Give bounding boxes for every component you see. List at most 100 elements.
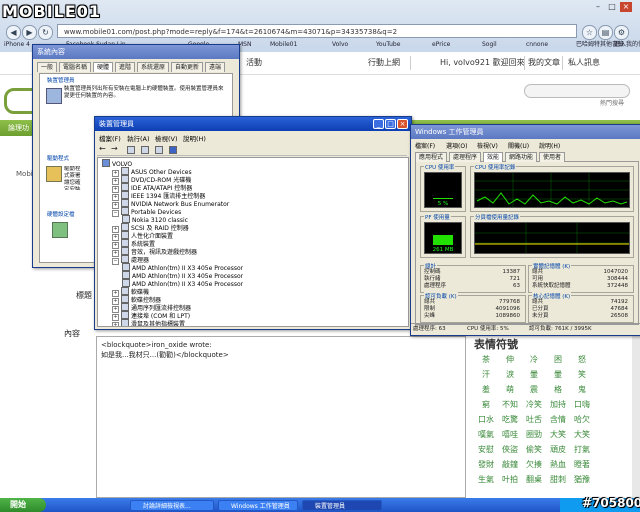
emotion-word[interactable]: 翻桌 <box>522 474 546 485</box>
devmgr-menu-item[interactable]: 檔案(F) <box>99 133 121 143</box>
back-button[interactable]: ◀ <box>6 25 21 40</box>
sysprops-tab[interactable]: 進階 <box>115 62 136 72</box>
bookmark-item[interactable]: Sogil <box>482 40 497 50</box>
emotion-word[interactable]: 冷笑 <box>522 399 546 410</box>
devmgr-close-button[interactable]: × <box>397 119 408 129</box>
taskbar-item-device-manager[interactable]: 裝置管理員 <box>302 500 382 511</box>
emotion-word[interactable]: 偷笑 <box>522 444 546 455</box>
emotion-word[interactable]: 加持 <box>546 399 570 410</box>
sysprops-tab[interactable]: 系統還原 <box>137 62 170 72</box>
bookmark-item[interactable]: cnnone <box>526 40 548 50</box>
emotion-word[interactable]: 含情 <box>546 414 570 425</box>
taskmgr-menu-item[interactable]: 選項(O) <box>446 141 467 150</box>
emotion-word[interactable]: 不知 <box>498 399 522 410</box>
emotion-word[interactable]: 圈勁 <box>522 429 546 440</box>
site-search-input[interactable] <box>524 84 630 98</box>
help-icon[interactable] <box>155 146 163 154</box>
bookmark-item[interactable]: 巴哈姆特 <box>576 40 600 50</box>
topnav-mobile[interactable]: 行動上網 <box>368 54 400 72</box>
emotion-word[interactable]: 口水 <box>474 414 498 425</box>
emotion-word[interactable]: 頑皮 <box>546 444 570 455</box>
expand-icon[interactable]: − <box>112 258 119 265</box>
topnav-my-posts[interactable]: 我的文章 <box>528 54 560 72</box>
bookmark-item[interactable]: 其他書籤 <box>600 40 624 50</box>
reply-textarea[interactable]: <blockquote>iron_oxide wrote: 如是我...我材只.… <box>96 336 466 498</box>
emotion-word[interactable]: 鬼 <box>570 384 594 395</box>
start-button[interactable]: 開始 <box>0 498 46 512</box>
emotion-word[interactable]: 萌 <box>498 384 522 395</box>
back-arrow-icon[interactable]: ← <box>99 144 106 153</box>
emotion-word[interactable]: 怒 <box>570 354 594 365</box>
emotion-word[interactable]: 猶豫 <box>570 474 594 485</box>
emotion-word[interactable]: 吃驚 <box>498 414 522 425</box>
taskbar-item-task-manager[interactable]: Windows 工作管理員 <box>218 500 298 511</box>
wrench-icon[interactable]: ⚙ <box>614 25 629 40</box>
print-icon[interactable] <box>141 146 149 154</box>
page-menu-icon[interactable]: ▤ <box>598 25 613 40</box>
taskmgr-tab[interactable]: 處理程序 <box>449 152 482 162</box>
emotion-word[interactable]: 吐舌 <box>522 414 546 425</box>
devmgr-menu-item[interactable]: 說明(H) <box>183 133 206 143</box>
navbar-item[interactable]: 論理功 <box>8 120 29 136</box>
emotion-word[interactable]: 生氣 <box>474 474 498 485</box>
taskmgr-tab[interactable]: 效能 <box>483 152 504 162</box>
devmgr-menu-item[interactable]: 執行(A) <box>127 133 150 143</box>
taskmgr-menu-item[interactable]: 檢視(V) <box>477 141 498 150</box>
bookmark-item[interactable]: ePrice <box>432 40 450 50</box>
bookmark-item[interactable]: MSN <box>238 40 251 50</box>
topnav-messages[interactable]: 私人訊息 <box>568 54 600 72</box>
emotion-word[interactable]: 茶 <box>474 354 498 365</box>
emotion-word[interactable]: 困 <box>546 354 570 365</box>
reload-button[interactable]: ↻ <box>38 25 53 40</box>
maximize-icon[interactable]: □ <box>606 2 618 12</box>
emotion-word[interactable]: 甜刺 <box>546 474 570 485</box>
sysprops-titlebar[interactable]: 系統內容 <box>33 45 239 59</box>
emotion-word[interactable]: 發財 <box>474 459 498 470</box>
emotion-word[interactable]: 安慰 <box>474 444 498 455</box>
emotion-word[interactable]: 淚 <box>498 369 522 380</box>
sysprops-tab[interactable]: 硬體 <box>93 62 114 72</box>
taskmgr-tab[interactable]: 使用者 <box>539 152 566 162</box>
sysprops-tab[interactable]: 遠端 <box>205 62 226 72</box>
taskmgr-menu-item[interactable]: 關機(U) <box>508 141 529 150</box>
close-icon[interactable]: × <box>620 2 632 12</box>
emotion-word[interactable]: 格 <box>546 384 570 395</box>
expand-icon[interactable]: + <box>112 322 119 326</box>
bookmark-item[interactable]: Mobile01 <box>270 40 297 50</box>
emotion-word[interactable]: 大笑 <box>546 429 570 440</box>
taskmgr-tab[interactable]: 應用程式 <box>415 152 448 162</box>
minimize-icon[interactable]: – <box>592 2 604 12</box>
search-hint[interactable]: 熱門搜尋 <box>600 98 624 107</box>
taskmgr-titlebar[interactable]: Windows 工作管理員 <box>411 125 640 139</box>
emotion-word[interactable]: 叶拍 <box>498 474 522 485</box>
bookmark-item[interactable]: YouTube <box>376 40 400 50</box>
taskmgr-menu-item[interactable]: 檔案(F) <box>415 141 435 150</box>
emotion-word[interactable]: 俠盜 <box>498 444 522 455</box>
topnav-welcome[interactable]: Hi, volvo921 歡迎回來 <box>440 54 525 72</box>
emotion-word[interactable]: 冷 <box>522 354 546 365</box>
emotion-word[interactable]: 窮 <box>474 399 498 410</box>
sysprops-tab[interactable]: 電腦名稱 <box>59 62 92 72</box>
emotion-word[interactable]: 汗 <box>474 369 498 380</box>
emotion-word[interactable]: 伸 <box>498 354 522 365</box>
taskmgr-menu-item[interactable]: 說明(H) <box>539 141 560 150</box>
emotion-word[interactable]: 羞 <box>474 384 498 395</box>
device-tree-node[interactable]: + 滑鼠及其他指標裝置 <box>112 319 185 326</box>
devmgr-menu-item[interactable]: 檢視(V) <box>155 133 178 143</box>
star-icon[interactable]: ☆ <box>582 25 597 40</box>
taskmgr-tab[interactable]: 網路功能 <box>505 152 538 162</box>
properties-icon[interactable] <box>127 146 135 154</box>
taskbar-item-browser[interactable]: 討論詳細檢視表... <box>130 500 214 511</box>
emotion-word[interactable]: 欠揍 <box>522 459 546 470</box>
forward-button[interactable]: ▶ <box>22 25 37 40</box>
sysprops-tab[interactable]: 自動更新 <box>171 62 204 72</box>
scan-hardware-icon[interactable] <box>169 146 177 154</box>
emotion-word[interactable]: 大笑 <box>570 429 594 440</box>
emotion-word[interactable]: 暈 <box>522 369 546 380</box>
emotion-word[interactable]: 嘻哇 <box>498 429 522 440</box>
emotion-word[interactable]: 打氣 <box>570 444 594 455</box>
bookmark-item[interactable]: Volvo <box>332 40 348 50</box>
devmgr-maximize-button[interactable]: □ <box>385 119 396 129</box>
emotion-word[interactable]: 敲鐘 <box>498 459 522 470</box>
bookmark-item[interactable]: iPhone 4 <box>4 40 30 50</box>
